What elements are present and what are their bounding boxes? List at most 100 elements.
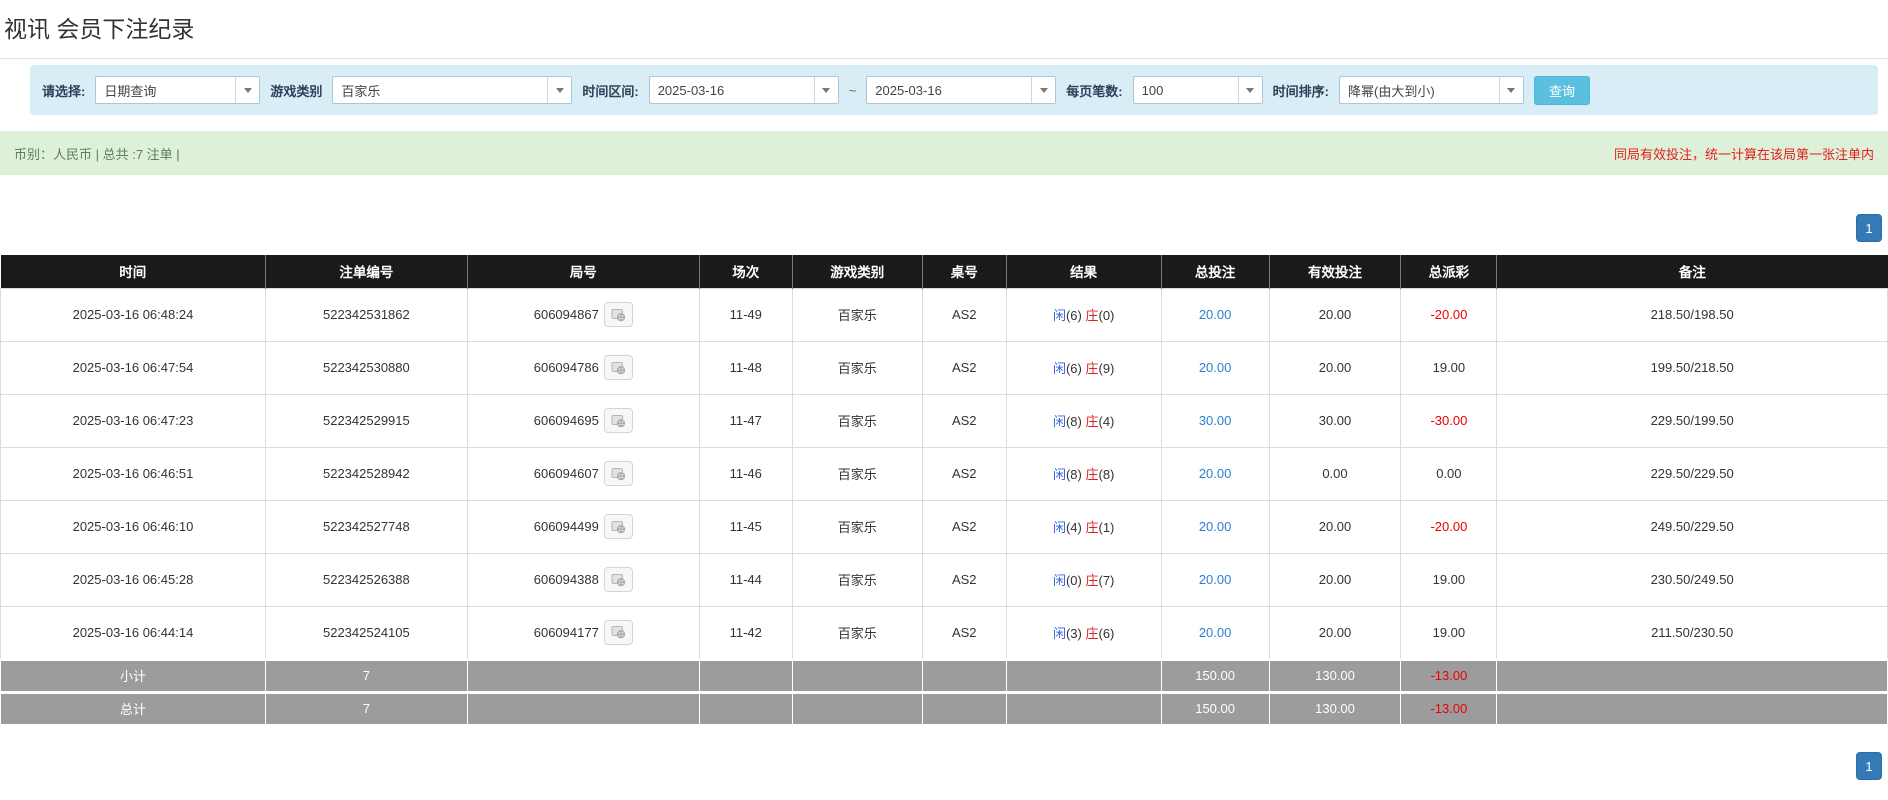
result-player-score: (6) — [1066, 361, 1082, 376]
result-banker-score: (1) — [1099, 520, 1115, 535]
combobox-per-page[interactable]: 100 — [1133, 76, 1263, 104]
cell-table-no: AS2 — [922, 447, 1006, 500]
cell-round: 606094499 — [467, 500, 699, 553]
cell-valid-bet: 20.00 — [1269, 606, 1401, 659]
subtotal-payout: -13.00 — [1401, 659, 1497, 692]
video-replay-button[interactable] — [604, 567, 633, 592]
header-game: 游戏类别 — [792, 255, 922, 288]
video-replay-button[interactable] — [604, 620, 633, 645]
total-payout: -13.00 — [1401, 692, 1497, 725]
cell-game: 百家乐 — [792, 394, 922, 447]
result-player-label: 闲 — [1053, 626, 1066, 641]
cell-session: 11-49 — [699, 288, 792, 341]
bet-amount-link[interactable]: 20.00 — [1199, 625, 1232, 640]
bet-amount-link[interactable]: 20.00 — [1199, 307, 1232, 322]
cell-time: 2025-03-16 06:48:24 — [1, 288, 266, 341]
cell-time: 2025-03-16 06:44:14 — [1, 606, 266, 659]
cell-valid-bet: 20.00 — [1269, 553, 1401, 606]
cell-round: 606094867 — [467, 288, 699, 341]
cell-result: 闲(0) 庄(7) — [1006, 553, 1161, 606]
video-replay-button[interactable] — [604, 355, 633, 380]
page-button[interactable]: 1 — [1856, 214, 1882, 242]
cell-round: 606094695 — [467, 394, 699, 447]
cell-time: 2025-03-16 06:46:51 — [1, 447, 266, 500]
cell-remark: 229.50/199.50 — [1497, 394, 1888, 447]
cell-total-bet: 30.00 — [1161, 394, 1269, 447]
search-button[interactable]: 查询 — [1534, 76, 1590, 105]
video-replay-button[interactable] — [604, 461, 633, 486]
result-banker-score: (9) — [1099, 361, 1115, 376]
subtotal-valid-bet: 130.00 — [1269, 659, 1401, 692]
cell-valid-bet: 20.00 — [1269, 500, 1401, 553]
chevron-down-icon[interactable] — [235, 77, 259, 103]
cell-time: 2025-03-16 06:47:23 — [1, 394, 266, 447]
cell-total-bet: 20.00 — [1161, 500, 1269, 553]
cell-bet-id: 522342531862 — [265, 288, 467, 341]
bets-table: 时间 注单编号 局号 场次 游戏类别 桌号 结果 总投注 有效投注 总派彩 备注… — [0, 255, 1888, 726]
result-player-score: (6) — [1066, 308, 1082, 323]
combobox-date-from[interactable]: 2025-03-16 — [649, 76, 839, 104]
cell-game: 百家乐 — [792, 447, 922, 500]
cell-session: 11-48 — [699, 341, 792, 394]
cell-time: 2025-03-16 06:45:28 — [1, 553, 266, 606]
cell-remark: 211.50/230.50 — [1497, 606, 1888, 659]
bet-amount-link[interactable]: 30.00 — [1199, 413, 1232, 428]
cell-payout: 19.00 — [1401, 606, 1497, 659]
chevron-down-icon[interactable] — [814, 77, 838, 103]
table-row: 2025-03-16 06:46:10 522342527748 6060944… — [1, 500, 1888, 553]
film-icon — [611, 308, 626, 322]
cell-bet-id: 522342524105 — [265, 606, 467, 659]
chevron-down-icon[interactable] — [547, 77, 571, 103]
video-replay-button[interactable] — [604, 302, 633, 327]
combobox-game-category[interactable]: 百家乐 — [332, 76, 572, 104]
cell-game: 百家乐 — [792, 341, 922, 394]
round-number: 606094177 — [534, 625, 599, 640]
subtotal-count: 7 — [265, 659, 467, 692]
result-banker-score: (4) — [1099, 414, 1115, 429]
total-count: 7 — [265, 692, 467, 725]
result-player-label: 闲 — [1053, 467, 1066, 482]
result-banker-label: 庄 — [1085, 467, 1098, 482]
film-icon — [611, 573, 626, 587]
label-select-type: 请选择: — [42, 81, 85, 100]
cell-table-no: AS2 — [922, 341, 1006, 394]
subtotal-row: 小计 7 150.00 130.00 -13.00 — [1, 659, 1888, 692]
bet-amount-link[interactable]: 20.00 — [1199, 572, 1232, 587]
video-replay-button[interactable] — [604, 408, 633, 433]
video-replay-button[interactable] — [604, 514, 633, 539]
combobox-sort[interactable]: 降幂(由大到小) — [1339, 76, 1524, 104]
cell-game: 百家乐 — [792, 500, 922, 553]
chevron-down-icon[interactable] — [1238, 77, 1262, 103]
page-button[interactable]: 1 — [1856, 752, 1882, 780]
chevron-down-icon[interactable] — [1499, 77, 1523, 103]
chevron-down-icon[interactable] — [1031, 77, 1055, 103]
result-banker-label: 庄 — [1085, 361, 1098, 376]
cell-round: 606094786 — [467, 341, 699, 394]
bet-amount-link[interactable]: 20.00 — [1199, 466, 1232, 481]
label-time-range: 时间区间: — [582, 81, 638, 100]
round-number: 606094867 — [534, 307, 599, 322]
cell-session: 11-47 — [699, 394, 792, 447]
cell-remark: 249.50/229.50 — [1497, 500, 1888, 553]
combobox-per-page-value: 100 — [1134, 77, 1238, 103]
result-player-label: 闲 — [1053, 361, 1066, 376]
combobox-sort-value: 降幂(由大到小) — [1340, 77, 1499, 103]
header-remark: 备注 — [1497, 255, 1888, 288]
filter-bar: 请选择: 日期查询 游戏类别 百家乐 时间区间: 2025-03-16 ~ 20… — [30, 65, 1878, 115]
cell-total-bet: 20.00 — [1161, 288, 1269, 341]
table-row: 2025-03-16 06:48:24 522342531862 6060948… — [1, 288, 1888, 341]
cell-total-bet: 20.00 — [1161, 606, 1269, 659]
header-row: 时间 注单编号 局号 场次 游戏类别 桌号 结果 总投注 有效投注 总派彩 备注 — [1, 255, 1888, 288]
table-row: 2025-03-16 06:47:23 522342529915 6060946… — [1, 394, 1888, 447]
cell-table-no: AS2 — [922, 606, 1006, 659]
combobox-date-to[interactable]: 2025-03-16 — [866, 76, 1056, 104]
range-tilde: ~ — [849, 83, 857, 98]
label-per-page: 每页笔数: — [1066, 81, 1122, 100]
bet-amount-link[interactable]: 20.00 — [1199, 519, 1232, 534]
cell-result: 闲(8) 庄(8) — [1006, 447, 1161, 500]
combobox-select-type[interactable]: 日期查询 — [95, 76, 260, 104]
bet-amount-link[interactable]: 20.00 — [1199, 360, 1232, 375]
title-block: 视讯 会员下注纪录 — [0, 0, 1888, 59]
cell-remark: 199.50/218.50 — [1497, 341, 1888, 394]
cell-bet-id: 522342530880 — [265, 341, 467, 394]
